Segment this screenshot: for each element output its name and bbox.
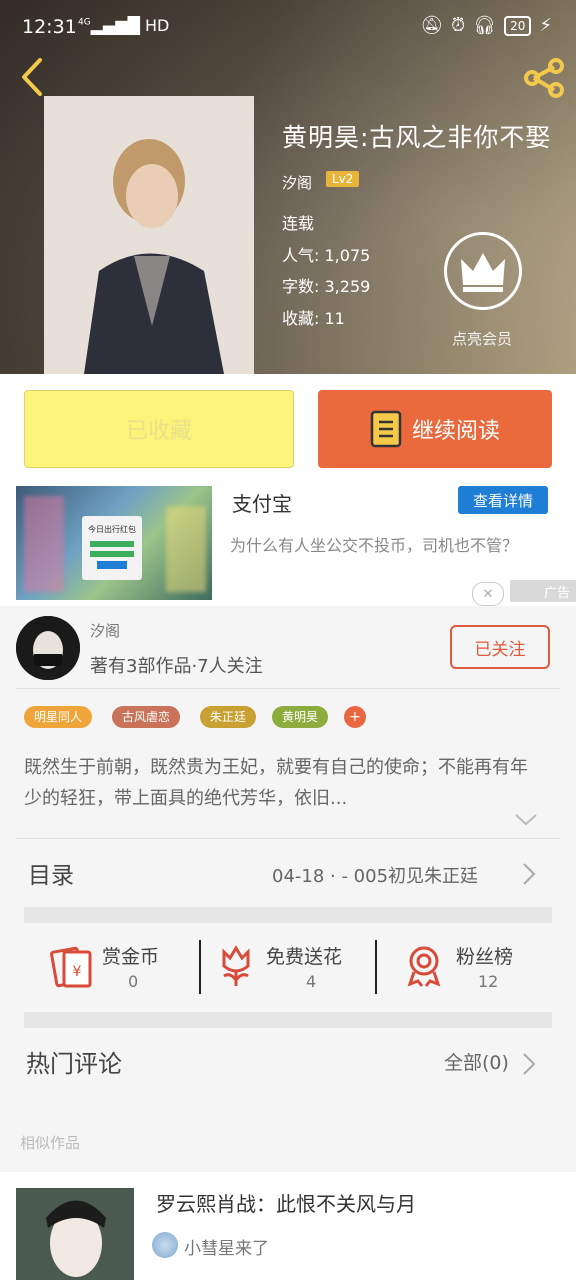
- similar-works-label: 相似作品: [20, 1134, 81, 1152]
- alarm-icon: ⏰︎: [451, 15, 466, 36]
- status-time: 12:31: [22, 16, 77, 38]
- svg-text:¥: ¥: [73, 964, 82, 980]
- crown-icon: [461, 253, 505, 292]
- book-author[interactable]: 汐阁: [282, 172, 312, 193]
- headphones-icon: 🎧︎: [473, 15, 497, 36]
- battery-icon: 20: [504, 15, 532, 36]
- tag[interactable]: 明星同人: [24, 706, 93, 728]
- all-comments-link[interactable]: 全部(0): [444, 1048, 509, 1075]
- latest-chapter: 04-18 · - 005初见朱正廷: [272, 866, 479, 887]
- similar-work-author-avatar: [152, 1232, 178, 1258]
- vip-button[interactable]: [444, 232, 522, 310]
- expand-description-icon[interactable]: [514, 812, 538, 831]
- tag[interactable]: 朱正廷: [200, 706, 257, 728]
- similar-work-cover[interactable]: [16, 1188, 134, 1280]
- book-status: 连载: [282, 214, 315, 233]
- divider: [16, 688, 560, 689]
- stat-label[interactable]: 粉丝榜: [456, 942, 513, 969]
- favorite-button[interactable]: 已收藏: [24, 390, 294, 468]
- stat-divider: [375, 940, 377, 994]
- book-favorites: 收藏: 11: [282, 309, 345, 328]
- add-tag-button[interactable]: +: [344, 706, 366, 728]
- tag[interactable]: 黄明昊: [272, 706, 329, 728]
- ad-card: 今日出行红包: [82, 516, 142, 580]
- stat-label[interactable]: 免费送花: [266, 942, 342, 969]
- back-arrow-icon: [22, 58, 42, 96]
- divider: [16, 838, 560, 839]
- stat-label[interactable]: 赏金币: [102, 942, 159, 969]
- network-indicator: 4G▂▄▆█ HD: [78, 16, 170, 35]
- stat-divider: [199, 940, 201, 994]
- ad-description: 为什么有人坐公交不投币，司机也不管？: [230, 536, 519, 555]
- stat-value: 4: [306, 972, 317, 991]
- stat-value: 0: [128, 972, 139, 991]
- book-cover[interactable]: [44, 96, 254, 374]
- chevron-right-icon: [522, 862, 536, 890]
- hot-comments-label: 热门评论: [26, 1050, 122, 1078]
- book-popularity: 人气: 1,075: [282, 246, 371, 265]
- book-description: 既然生于前朝，既然贵为王妃，就要有自己的使命；不能再有年少的轻狂，带上面具的绝代…: [24, 757, 528, 809]
- follow-button[interactable]: 已关注: [450, 625, 550, 669]
- red-envelope-icon[interactable]: ¥: [50, 944, 94, 992]
- back-button[interactable]: [14, 56, 54, 96]
- author-stats: 著有3部作品·7人关注: [90, 656, 263, 677]
- status-icons: 🔕︎ ⏰︎ 🎧︎ 20 ⚡︎: [420, 15, 552, 36]
- ad-title: 支付宝: [232, 492, 292, 516]
- continue-reading-label: 继续阅读: [411, 419, 500, 444]
- similar-work-title[interactable]: 罗云熙肖战：此恨不关风与月: [156, 1188, 416, 1217]
- book-icon: [370, 410, 402, 448]
- medal-icon[interactable]: [404, 944, 444, 992]
- toc-label: 目录: [28, 863, 74, 889]
- book-words: 字数: 3,259: [282, 277, 371, 296]
- book-title: 黄明昊:古风之非你不娶: [282, 123, 552, 152]
- section-separator: [24, 907, 552, 923]
- flower-icon[interactable]: [216, 944, 256, 992]
- stat-value: 12: [478, 972, 499, 991]
- continue-reading-button[interactable]: 继续阅读: [318, 390, 552, 468]
- share-icon: [524, 58, 564, 98]
- author-avatar[interactable]: [16, 616, 80, 680]
- mute-icon: 🔕︎: [420, 15, 444, 36]
- ad-close-button[interactable]: ✕: [472, 582, 504, 606]
- similar-work-author[interactable]: 小彗星来了: [184, 1234, 269, 1259]
- charging-icon: ⚡︎: [539, 15, 552, 36]
- author-level-badge: Lv2: [326, 171, 360, 187]
- tag[interactable]: 古风虐恋: [112, 706, 181, 728]
- share-button[interactable]: [522, 56, 566, 100]
- status-bar: 12:31 4G▂▄▆█ HD 🔕︎ ⏰︎ 🎧︎ 20 ⚡︎: [0, 0, 576, 56]
- ad-label: 广告: [510, 580, 576, 602]
- section-separator: [24, 1012, 552, 1028]
- vip-label: 点亮会员: [452, 330, 513, 348]
- author-name[interactable]: 汐阁: [90, 620, 120, 641]
- ad-details-button[interactable]: 查看详情: [458, 486, 548, 514]
- chevron-right-icon: [522, 1052, 536, 1080]
